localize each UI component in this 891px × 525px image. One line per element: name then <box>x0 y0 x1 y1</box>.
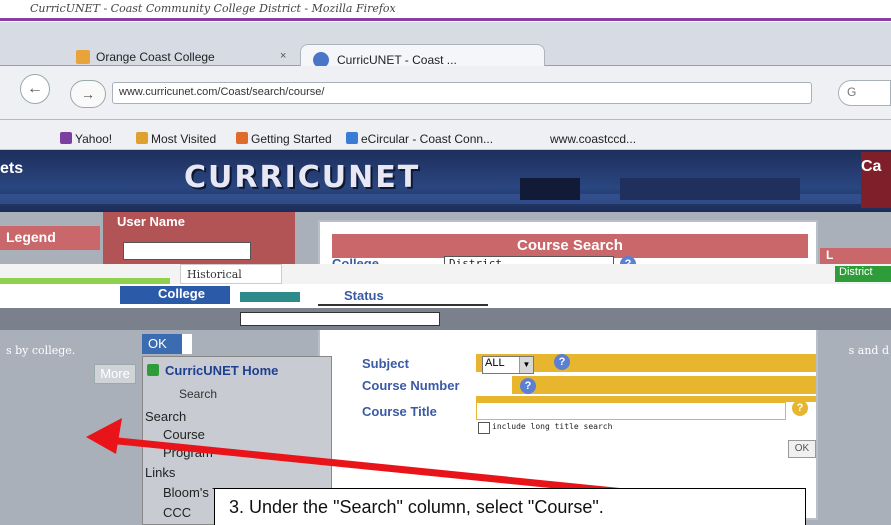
course-search-title: Course Search <box>332 234 808 258</box>
page-icon <box>346 132 358 144</box>
tab-bar: Orange Coast College × CurricUNET - Coas… <box>0 22 891 74</box>
forward-button[interactable]: → <box>70 80 106 108</box>
back-button[interactable]: ← <box>20 74 50 104</box>
nav-program-link[interactable]: Program <box>163 445 213 460</box>
header-corner-right: Ca <box>861 152 891 208</box>
user-name-input[interactable] <box>123 242 251 260</box>
teal-indicator-bar <box>240 292 300 302</box>
bookmark-label: Yahoo! <box>75 132 113 146</box>
links-section-heading: Links <box>145 465 176 480</box>
header-block <box>520 178 580 200</box>
legend-header: Legend <box>0 226 100 250</box>
home-search-link[interactable]: Search <box>179 387 217 401</box>
tab-historical[interactable]: Historical <box>180 264 282 284</box>
bookmarks-toolbar: Yahoo! Most Visited Getting Started eCir… <box>0 120 891 150</box>
header-block <box>620 178 800 200</box>
search-section-heading: Search <box>145 409 187 424</box>
title-divider <box>0 18 891 21</box>
college-strip: College Status <box>0 284 891 310</box>
ccc-link[interactable]: CCC <box>163 505 191 520</box>
right-column-text: s and d <box>848 344 889 357</box>
filter-input[interactable] <box>240 312 440 326</box>
bookmark-label: eCircular - Coast Conn... <box>361 132 494 146</box>
home-link-label: CurricUNET Home <box>165 363 279 378</box>
login-panel: User Name <box>103 212 295 264</box>
curricunet-home-link[interactable]: CurricUNET Home <box>147 363 278 378</box>
subject-select[interactable]: ALL ▼ <box>482 356 534 374</box>
nav-ok-button[interactable]: OK <box>142 334 192 354</box>
help-icon[interactable]: ? <box>520 378 536 394</box>
address-bar[interactable]: www.curricunet.com/Coast/search/course/ <box>112 82 812 104</box>
subject-label: Subject <box>362 356 409 371</box>
firefox-icon <box>236 132 248 144</box>
long-title-checkbox[interactable] <box>478 422 490 434</box>
subject-value: ALL <box>485 357 505 369</box>
bookmark-getting-started[interactable]: Getting Started <box>236 132 332 146</box>
curricunet-logo[interactable]: CURRICUNET <box>184 160 420 195</box>
course-number-label: Course Number <box>362 378 460 393</box>
tab-orange-coast-college[interactable]: Orange Coast College <box>76 50 286 66</box>
filter-strip <box>0 308 891 330</box>
course-number-bar <box>512 376 816 394</box>
tab-status[interactable]: Status <box>318 288 488 306</box>
close-tab-icon[interactable]: × <box>280 50 286 62</box>
help-icon[interactable]: ? <box>792 400 808 416</box>
bookmark-label: Most Visited <box>151 132 217 146</box>
bookmark-yahoo[interactable]: Yahoo! <box>60 132 112 146</box>
dropdown-arrow-icon: ▼ <box>519 357 533 373</box>
nav-course-link[interactable]: Course <box>163 427 205 442</box>
long-title-checkbox-label: include long title search <box>492 422 613 431</box>
tab-label: Orange Coast College <box>96 50 215 64</box>
legend-text: s by college. <box>6 344 76 357</box>
window-title: CurricUNET - Coast Community College Dis… <box>30 2 396 15</box>
star-icon <box>136 132 148 144</box>
instruction-callout: 3. Under the "Search" column, select "Co… <box>214 488 806 525</box>
header-corner-text: ets <box>0 160 24 177</box>
user-name-label: User Name <box>117 214 185 229</box>
curricunet-header: ets CURRICUNET Ca <box>0 150 891 212</box>
orange-coast-favicon-icon <box>76 50 90 64</box>
window-title-bar: CurricUNET - Coast Community College Dis… <box>0 0 891 22</box>
search-ok-button[interactable]: OK <box>788 440 816 458</box>
tab-label: CurricUNET - Coast ... <box>337 53 457 67</box>
cube-icon <box>147 364 159 376</box>
bookmark-label: www.coastccd... <box>550 132 637 146</box>
more-button[interactable]: More <box>94 364 136 384</box>
bookmark-label: Getting Started <box>251 132 332 146</box>
help-icon[interactable]: ? <box>554 354 570 370</box>
course-title-input[interactable] <box>476 402 786 420</box>
bookmark-coastccd[interactable]: www.coastccd... <box>550 132 636 146</box>
navigation-toolbar: ← → www.curricunet.com/Coast/search/cour… <box>0 66 891 120</box>
course-title-label: Course Title <box>362 404 437 419</box>
page-body: Legend User Name L Course Search College… <box>0 212 891 525</box>
bookmark-ecircular[interactable]: eCircular - Coast Conn... <box>346 132 493 146</box>
browser-search-input[interactable]: G <box>838 80 891 106</box>
bookmark-most-visited[interactable]: Most Visited <box>136 132 216 146</box>
tab-college[interactable]: College <box>120 286 230 304</box>
yahoo-icon <box>60 132 72 144</box>
legend-title: Legend <box>6 229 56 245</box>
tab-district[interactable]: District <box>835 266 891 282</box>
